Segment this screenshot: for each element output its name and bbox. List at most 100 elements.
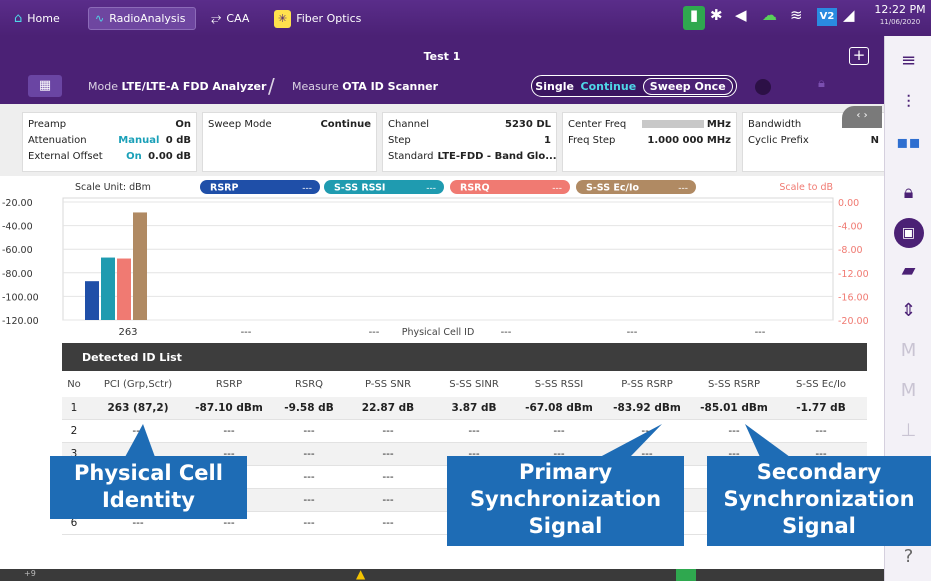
table-cell: --- bbox=[815, 425, 827, 437]
table-cell: 263 (87,2) bbox=[107, 402, 169, 414]
table-row[interactable]: 2 --- --- --- --- --- --- --- --- --- bbox=[62, 420, 867, 443]
tab-radio-label: RadioAnalysis bbox=[109, 12, 186, 25]
tab-fiber-optics[interactable]: ✳ Fiber Optics bbox=[268, 7, 367, 30]
collapse-tab[interactable]: ‹ › bbox=[842, 106, 882, 128]
table-cell: -83.92 dBm bbox=[613, 402, 681, 414]
column-header[interactable]: P-SS RSRP bbox=[607, 375, 687, 398]
continue-button[interactable]: Continue bbox=[581, 80, 637, 93]
record-indicator[interactable] bbox=[755, 79, 771, 95]
cf-value-redacted bbox=[641, 120, 704, 128]
column-header[interactable]: P-SS SNR bbox=[350, 375, 426, 398]
table-cell: --- bbox=[303, 448, 315, 460]
menu-icon[interactable]: ≡ bbox=[885, 50, 931, 71]
column-header[interactable]: S-SS RSRP bbox=[694, 375, 774, 398]
column-header[interactable]: RSRP bbox=[189, 375, 269, 398]
cf-unit: MHz bbox=[706, 119, 731, 130]
battery-charging-icon: ▮ bbox=[683, 6, 705, 30]
column-header[interactable]: No bbox=[60, 375, 88, 398]
column-header[interactable]: S-SS RSSI bbox=[517, 375, 601, 398]
save-icon[interactable]: ▣ bbox=[885, 218, 931, 248]
column-header[interactable]: PCI (Grp,Sctr) bbox=[90, 375, 186, 398]
trace-icon[interactable]: ⊥ bbox=[885, 420, 931, 441]
callout-sss-line3: Signal bbox=[782, 514, 856, 538]
table-cell: -85.01 dBm bbox=[700, 402, 768, 414]
atten-mode: Manual bbox=[118, 135, 160, 146]
app-grid-button[interactable]: ▦ bbox=[28, 75, 62, 97]
extoff-mode: On bbox=[126, 151, 142, 162]
sweep-mode-box[interactable]: Sweep Mode Continue bbox=[202, 112, 377, 172]
extoff-label: External Offset bbox=[28, 151, 103, 162]
display-mode-icon[interactable]: ▪▪ bbox=[885, 132, 931, 153]
measure-selector[interactable]: Measure OTA ID Scanner bbox=[292, 80, 438, 93]
grid-icon: ▦ bbox=[38, 78, 52, 93]
chart-legend: RSRP --- S-SS RSSI --- RSRQ --- S-SS Ec/Io --- bbox=[200, 180, 696, 194]
separator-slash: / bbox=[268, 74, 275, 98]
mode-selector[interactable]: Mode LTE/LTE-A FDD Analyzer bbox=[88, 80, 266, 93]
table-cell: --- bbox=[382, 494, 394, 506]
y-tick-left: -40.00 bbox=[2, 222, 33, 233]
x-category: --- bbox=[369, 327, 380, 338]
sliders-icon[interactable]: ⫶ bbox=[885, 92, 931, 113]
channel-box[interactable]: Channel 5230 DL Step 1 Standard LTE-FDD - B… bbox=[382, 112, 557, 172]
table-cell: --- bbox=[553, 425, 565, 437]
column-header[interactable]: RSRQ bbox=[274, 375, 344, 398]
y-tick-left: -120.00 bbox=[2, 316, 39, 327]
preamp-label: Preamp bbox=[28, 119, 67, 130]
preamp-box[interactable]: Preamp On Attenuation Manual 0 dB External… bbox=[22, 112, 197, 172]
title-bar: Test 1 + ▦ Mode LTE/LTE-A FDD Analyzer /… bbox=[0, 36, 884, 104]
gps-icon[interactable] bbox=[676, 569, 696, 581]
table-cell: -9.58 dB bbox=[284, 402, 334, 414]
help-icon[interactable]: ? bbox=[885, 546, 931, 567]
y-tick-right: -20.00 bbox=[838, 316, 869, 327]
pulse-icon: ∿ bbox=[95, 12, 105, 25]
callout-physical-cell-identity: Physical Cell Identity bbox=[50, 456, 247, 519]
column-header[interactable]: S-SS Ec/Io bbox=[783, 375, 859, 398]
table-cell: -1.77 dB bbox=[796, 402, 846, 414]
table-row[interactable]: 1 263 (87,2) -87.10 dBm -9.58 dB 22.87 dB 3.8… bbox=[62, 397, 867, 420]
legend-name: S-SS Ec/Io bbox=[586, 183, 639, 194]
clock-date: 11/06/2020 bbox=[879, 18, 921, 26]
table-cell: --- bbox=[382, 448, 394, 460]
single-button[interactable]: Single bbox=[535, 80, 574, 93]
tab-radio-analysis[interactable]: ∿ RadioAnalysis bbox=[88, 7, 196, 30]
center-freq-box[interactable]: Center Freq MHz Freq Step 1.000 000 MHz bbox=[562, 112, 737, 172]
lock-icon[interactable]: 🔒︎ bbox=[885, 182, 931, 203]
marker-icon[interactable]: M bbox=[885, 340, 931, 361]
legend-value: --- bbox=[552, 184, 562, 194]
standard-label: Standard bbox=[388, 151, 434, 162]
measure-label: Measure bbox=[292, 80, 339, 93]
add-test-button[interactable]: + bbox=[849, 47, 869, 65]
tab-caa[interactable]: ⥂ CAA bbox=[205, 7, 255, 30]
bar-rsrp bbox=[85, 281, 99, 320]
split-view-icon[interactable]: ⇕ bbox=[885, 300, 931, 321]
table-cell: 2 bbox=[70, 425, 78, 437]
warning-icon[interactable]: ▲ bbox=[356, 567, 365, 581]
table-cell: --- bbox=[382, 425, 394, 437]
step-value: 1 bbox=[544, 135, 551, 146]
lock-icon[interactable]: 🔒︎ bbox=[818, 76, 825, 91]
y-tick-left: -100.00 bbox=[2, 292, 39, 303]
speaker-icon: ◀ bbox=[735, 6, 747, 24]
clock: 12:22 PM 11/06/2020 bbox=[871, 4, 929, 28]
fstep-value: 1.000 000 MHz bbox=[647, 135, 731, 146]
table-header: No PCI (Grp,Sctr) RSRP RSRQ P-SS SNR S-SS SIN… bbox=[62, 375, 867, 395]
y-tick-left: -20.00 bbox=[2, 198, 33, 209]
tab-home[interactable]: ⌂ Home bbox=[8, 7, 66, 30]
cf-label: Center Freq bbox=[568, 119, 627, 130]
marker-table-icon[interactable]: M bbox=[885, 380, 931, 401]
extoff-value: 0.00 dB bbox=[148, 151, 191, 162]
run-mode-toggle: Single Continue Sweep Once bbox=[531, 75, 737, 97]
notification-count[interactable]: +9 bbox=[24, 569, 36, 578]
chart-bars bbox=[85, 212, 147, 320]
v2-badge: V2 bbox=[817, 8, 837, 26]
table-cell: --- bbox=[303, 425, 315, 437]
table-cell: --- bbox=[382, 517, 394, 529]
y-tick-right: -16.00 bbox=[838, 292, 869, 303]
parameter-panel: Preamp On Attenuation Manual 0 dB External… bbox=[0, 104, 884, 176]
column-header[interactable]: S-SS SINR bbox=[436, 375, 512, 398]
folder-open-icon[interactable]: ▰ bbox=[885, 260, 931, 281]
channel-value: 5230 DL bbox=[505, 119, 551, 130]
y-tick-right: -8.00 bbox=[838, 245, 863, 256]
x-category: --- bbox=[241, 327, 252, 338]
sweep-once-button[interactable]: Sweep Once bbox=[642, 77, 733, 95]
